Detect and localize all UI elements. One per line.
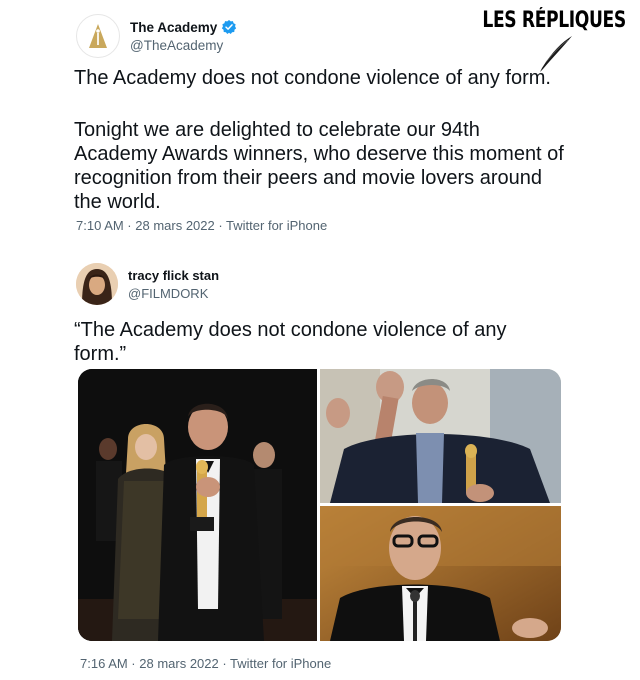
tweet1-paragraph2-line: Tonight we are delighted to celebrate ou… xyxy=(74,119,480,141)
tracy-avatar[interactable] xyxy=(76,263,118,305)
tweet2-media-grid xyxy=(78,369,561,641)
podium-speaker-photo xyxy=(320,506,561,641)
tweet1-header: The Academy @TheAcademy xyxy=(76,14,237,58)
tweet2-text-line: “The Academy does not condone violence o… xyxy=(74,319,507,341)
tweet2-text-line: form.” xyxy=(74,343,127,365)
waving-director-photo xyxy=(320,369,561,503)
tweet1-paragraph2-line: recognition from their peers and movie l… xyxy=(74,167,543,189)
verified-badge-icon xyxy=(222,20,237,34)
media-photo-left[interactable] xyxy=(78,369,317,641)
media-photo-bottom-right[interactable] xyxy=(320,506,561,641)
tweet2-timestamp[interactable]: 7:16 AM · 28 mars 2022 · Twitter for iPh… xyxy=(80,656,331,671)
media-photo-top-right[interactable] xyxy=(320,369,561,503)
tweet2-header: tracy flick stan @FILMDORK xyxy=(76,263,219,305)
tweet2-author-name[interactable]: tracy flick stan xyxy=(128,268,219,283)
tweet1-paragraph2-line: the world. xyxy=(74,191,161,213)
tweet1-paragraph2: Tonight we are delighted to celebrate ou… xyxy=(74,118,564,214)
oscar-statuette-icon xyxy=(89,24,107,48)
les-repliques-watermark: LES RÉPLIQUES xyxy=(482,8,627,33)
tweet1-author-name[interactable]: The Academy xyxy=(130,20,217,35)
tweet1-paragraph2-line: Academy Awards winners, who deserve this… xyxy=(74,143,564,165)
tweet2-text: “The Academy does not condone violence o… xyxy=(74,318,507,366)
academy-avatar[interactable] xyxy=(76,14,120,58)
tweet2-handle[interactable]: @FILMDORK xyxy=(128,286,219,301)
tweet1-line1: The Academy does not condone violence of… xyxy=(74,67,551,89)
profile-photo-icon xyxy=(76,263,118,305)
tweet1-handle[interactable]: @TheAcademy xyxy=(130,38,237,53)
tweet1-timestamp[interactable]: 7:10 AM · 28 mars 2022 · Twitter for iPh… xyxy=(76,218,327,233)
red-carpet-photo xyxy=(78,369,317,641)
